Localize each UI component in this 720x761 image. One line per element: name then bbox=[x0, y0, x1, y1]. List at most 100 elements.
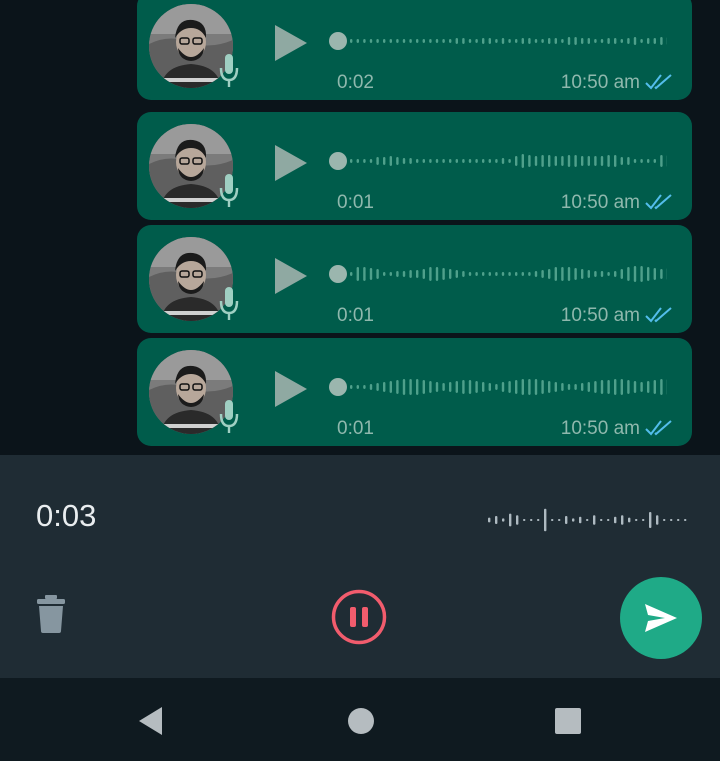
mic-icon bbox=[219, 54, 239, 87]
voice-message-bubble[interactable]: 0:01 10:50 am bbox=[137, 225, 692, 333]
waveform-bar bbox=[521, 154, 524, 168]
waveform-bar bbox=[356, 159, 359, 163]
waveform-bar bbox=[594, 156, 597, 166]
live-waveform-bar bbox=[572, 518, 575, 522]
waveform-bar bbox=[488, 272, 491, 276]
recents-square-icon[interactable] bbox=[554, 707, 582, 735]
play-icon[interactable] bbox=[273, 369, 309, 409]
waveform-bar bbox=[383, 39, 386, 43]
live-waveform-bar bbox=[628, 517, 631, 523]
waveform-bar bbox=[581, 38, 584, 44]
waveform-bar bbox=[508, 39, 511, 43]
waveform-bar bbox=[475, 381, 478, 393]
waveform-bar bbox=[653, 380, 656, 394]
waveform-bar bbox=[495, 272, 498, 276]
waveform-bar bbox=[369, 268, 373, 280]
waveform-bar bbox=[416, 379, 419, 395]
waveform-bar bbox=[468, 272, 472, 276]
waveform-bar bbox=[587, 270, 590, 278]
waveform-bar bbox=[409, 158, 412, 164]
chat-area: 0:02 10:50 am 0:01 10:50 am 0:01 10:50 am 0:01… bbox=[0, 0, 720, 455]
waveform-bar bbox=[653, 159, 656, 163]
waveform-bar bbox=[363, 385, 366, 389]
waveform[interactable] bbox=[327, 257, 667, 291]
waveform-bar bbox=[455, 270, 458, 278]
live-waveform bbox=[488, 508, 687, 532]
waveform-bar bbox=[633, 381, 637, 393]
waveform-bar bbox=[508, 159, 511, 163]
pause-button[interactable] bbox=[330, 588, 388, 651]
voice-message-bubble[interactable]: 0:01 10:50 am bbox=[137, 338, 692, 446]
seek-knob bbox=[329, 32, 347, 50]
waveform[interactable] bbox=[327, 24, 667, 58]
waveform-bar bbox=[548, 38, 551, 44]
waveform[interactable] bbox=[327, 370, 667, 404]
waveform-bar bbox=[567, 37, 571, 45]
waveform-bar bbox=[422, 39, 425, 43]
seek-knob bbox=[329, 265, 347, 283]
live-waveform-bar bbox=[670, 519, 673, 521]
waveform-bar bbox=[468, 159, 472, 163]
live-waveform-bar bbox=[537, 519, 540, 521]
waveform-bar bbox=[442, 39, 445, 43]
waveform-bar bbox=[660, 155, 663, 167]
waveform-bar bbox=[356, 385, 359, 389]
live-waveform-bar bbox=[607, 519, 610, 521]
send-icon bbox=[645, 604, 677, 632]
waveform-bar bbox=[429, 39, 432, 43]
waveform-bar bbox=[508, 272, 511, 276]
seek-knob bbox=[329, 378, 347, 396]
waveform-bar bbox=[449, 159, 452, 163]
live-waveform-bar bbox=[558, 519, 561, 521]
live-waveform-bar bbox=[565, 516, 568, 524]
waveform[interactable] bbox=[327, 144, 667, 178]
waveform-bar bbox=[409, 270, 412, 278]
send-button[interactable] bbox=[620, 577, 702, 659]
waveform-bar bbox=[402, 39, 406, 43]
play-icon[interactable] bbox=[273, 143, 309, 183]
live-waveform-bar bbox=[488, 517, 491, 523]
live-waveform-bar bbox=[656, 515, 659, 525]
home-circle-icon[interactable] bbox=[347, 707, 375, 735]
waveform-bar bbox=[442, 268, 445, 280]
waveform-bar bbox=[620, 157, 623, 165]
waveform-bar bbox=[541, 155, 544, 167]
read-ticks-icon bbox=[645, 307, 672, 323]
waveform-bar bbox=[501, 272, 505, 276]
voice-message-bubble[interactable]: 0:02 10:50 am bbox=[137, 0, 692, 100]
waveform-bar bbox=[363, 159, 366, 163]
back-triangle-icon[interactable] bbox=[138, 706, 164, 736]
live-waveform-bar bbox=[600, 519, 603, 521]
waveform-bar bbox=[633, 37, 637, 45]
waveform-bar bbox=[574, 268, 577, 280]
waveform-bar bbox=[534, 39, 538, 43]
read-ticks-icon bbox=[645, 74, 672, 90]
waveform-bar bbox=[587, 382, 590, 392]
waveform-bar bbox=[627, 267, 630, 281]
waveform-bar bbox=[389, 381, 392, 393]
waveform-bar bbox=[600, 156, 604, 166]
play-icon[interactable] bbox=[273, 23, 309, 63]
waveform-bar bbox=[567, 155, 571, 167]
waveform-bar bbox=[607, 272, 610, 276]
play-icon[interactable] bbox=[273, 256, 309, 296]
voice-message-bubble[interactable]: 0:01 10:50 am bbox=[137, 112, 692, 220]
waveform-bar bbox=[482, 38, 485, 44]
waveform-bar bbox=[501, 38, 505, 44]
waveform-bar bbox=[574, 37, 577, 45]
waveform-bar bbox=[416, 159, 419, 163]
waveform-bar bbox=[534, 156, 538, 166]
waveform-bar bbox=[554, 267, 557, 281]
waveform-bar bbox=[389, 39, 392, 43]
seek-knob bbox=[329, 152, 347, 170]
waveform-bar bbox=[383, 272, 386, 276]
waveform-bar bbox=[389, 272, 392, 276]
waveform-bar bbox=[396, 380, 399, 394]
waveform-bar bbox=[515, 156, 518, 166]
waveform-bar bbox=[627, 380, 630, 394]
waveform-bar bbox=[594, 39, 597, 43]
waveform-bar bbox=[633, 159, 637, 163]
waveform-bar bbox=[528, 155, 531, 167]
trash-icon[interactable] bbox=[36, 595, 66, 638]
waveform-bar bbox=[660, 37, 663, 45]
